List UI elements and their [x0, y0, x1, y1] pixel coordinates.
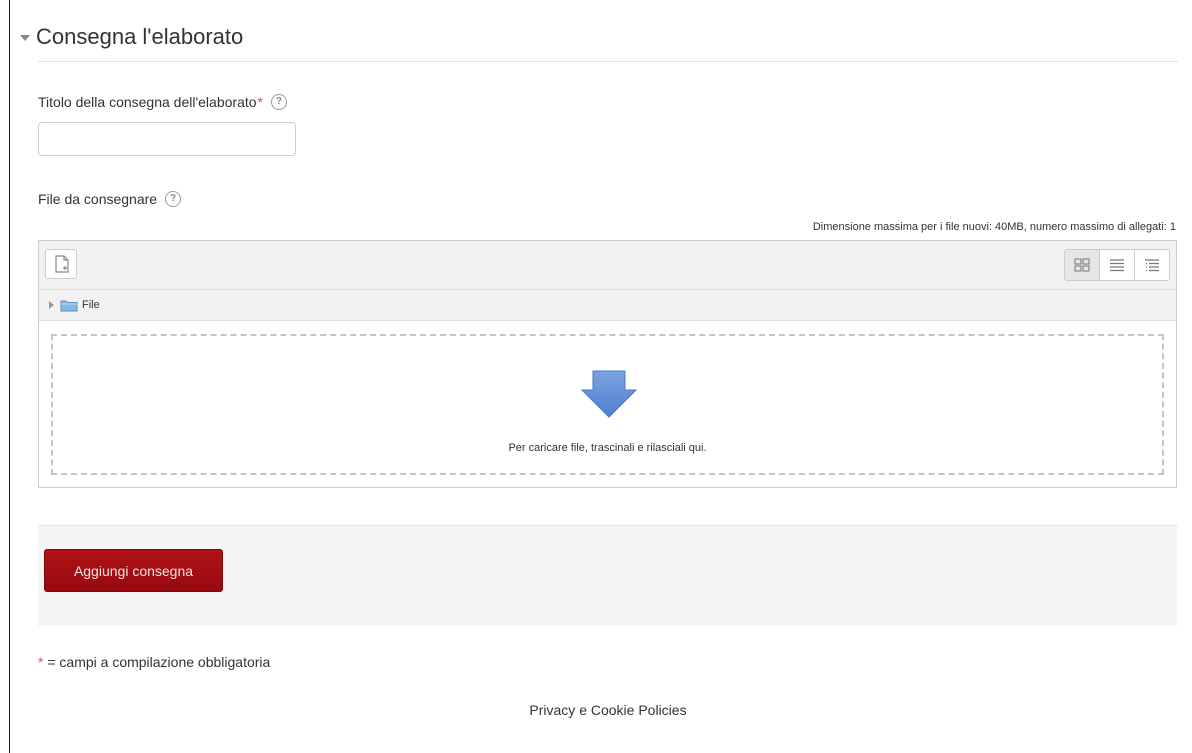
file-manager-toolbar — [39, 241, 1176, 290]
required-note-text: = campi a compilazione obbligatoria — [43, 654, 271, 670]
folder-name[interactable]: File — [82, 299, 100, 311]
required-star: * — [257, 94, 263, 110]
drop-zone[interactable]: Per caricare file, trascinali e rilascia… — [51, 334, 1164, 475]
folder-icon[interactable] — [60, 299, 78, 312]
drop-instructions: Per caricare file, trascinali e rilascia… — [508, 442, 707, 454]
icons-view-icon — [1074, 258, 1090, 272]
max-size-note: Dimensione massima per i file nuovi: 40M… — [812, 221, 1176, 233]
icons-view-button[interactable] — [1065, 250, 1099, 280]
add-file-icon — [55, 255, 69, 273]
help-icon[interactable]: ? — [270, 94, 287, 110]
list-view-icon — [1110, 259, 1124, 272]
required-fields-note: * = campi a compilazione obbligatoria — [38, 654, 270, 670]
tree-view-button[interactable] — [1134, 250, 1169, 280]
download-arrow-icon — [581, 370, 637, 418]
collapse-triangle-icon[interactable] — [20, 35, 30, 41]
tree-view-icon — [1145, 259, 1159, 272]
section-divider — [38, 61, 1178, 62]
title-input[interactable] — [38, 122, 296, 156]
file-field-label: File da consegnare ? — [38, 191, 182, 207]
add-file-button[interactable] — [45, 249, 77, 279]
help-icon[interactable]: ? — [165, 191, 182, 207]
section-title: Consegna l'elaborato — [36, 24, 244, 49]
title-field-label: Titolo della consegna dell'elaborato * ? — [38, 94, 287, 110]
form-actions: Aggiungi consegna — [38, 525, 1177, 626]
file-manager: File Per caricare file, trascinali e ril… — [38, 240, 1177, 488]
file-label-text: File da consegnare — [38, 191, 158, 207]
expand-arrow-icon[interactable] — [49, 301, 54, 309]
section-header[interactable]: Consegna l'elaborato — [20, 22, 243, 52]
view-mode-group — [1064, 249, 1170, 281]
file-path-bar: File — [39, 290, 1176, 321]
title-label-text: Titolo della consegna dell'elaborato — [38, 94, 257, 110]
submit-button[interactable]: Aggiungi consegna — [44, 549, 223, 592]
window-edge — [0, 0, 10, 753]
page: Consegna l'elaborato Titolo della conseg… — [0, 0, 1192, 753]
privacy-link[interactable]: Privacy e Cookie Policies — [0, 702, 1192, 718]
list-view-button[interactable] — [1099, 250, 1134, 280]
